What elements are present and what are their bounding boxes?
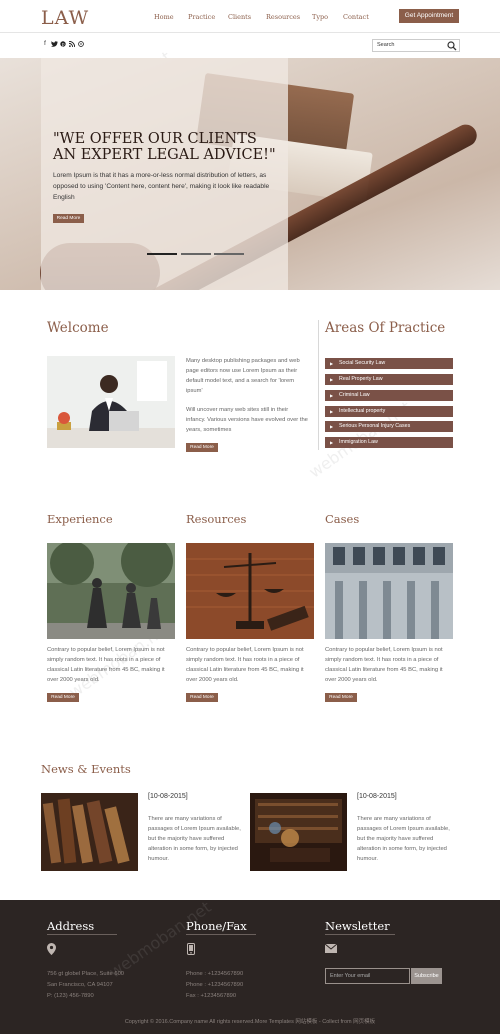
slider-indicator-2[interactable] <box>181 253 211 255</box>
hero-title: "WE OFFER OUR CLIENTS AN EXPERT LEGAL AD… <box>53 131 276 163</box>
footer-phone-title: Phone/Fax <box>186 919 247 933</box>
nav-clients[interactable]: Clients <box>228 13 251 21</box>
nav-resources[interactable]: Resources <box>266 13 300 21</box>
newsletter-email-input[interactable]: Enter Your email <box>325 968 410 984</box>
facebook-icon[interactable]: f <box>41 41 49 47</box>
twitter-icon[interactable] <box>50 41 58 49</box>
hero-banner: "WE OFFER OUR CLIENTS AN EXPERT LEGAL AD… <box>0 58 500 290</box>
cases-photo <box>325 543 453 639</box>
footer-newsletter-title: Newsletter <box>325 919 390 933</box>
welcome-paragraph-2: Will uncover many web sites still in the… <box>186 407 308 433</box>
site-logo[interactable]: LAW <box>41 7 89 29</box>
footer-newsletter-underline <box>325 934 395 935</box>
news-date-1: [10-08-2015] <box>148 793 188 800</box>
rss-icon[interactable] <box>68 40 76 49</box>
news-text-1: There are many variations of passages of… <box>148 816 241 862</box>
pinterest-icon[interactable]: p <box>59 41 67 49</box>
resources-title: Resources <box>186 512 247 526</box>
mail-icon <box>324 943 338 955</box>
nav-typo[interactable]: Typo <box>312 13 328 21</box>
newsletter-subscribe-button[interactable]: Subscribe <box>411 968 442 984</box>
practice-title: Areas Of Practice <box>325 320 446 336</box>
experience-text: Contrary to popular belief, Lorem Ipsum … <box>47 647 165 683</box>
practice-item-real-property[interactable]: Real Property Law <box>325 374 453 385</box>
slider-indicator-3[interactable] <box>214 253 244 255</box>
welcome-paragraph-1: Many desktop publishing packages and web… <box>186 358 300 394</box>
resources-text: Contrary to popular belief, Lorem Ipsum … <box>186 647 304 683</box>
hero-text: Lorem Ipsum is that it has a more-or-les… <box>53 172 270 201</box>
practice-item-personal-injury[interactable]: Serious Personal Injury Cases <box>325 421 453 432</box>
header-divider <box>0 32 500 33</box>
slider-indicator-1[interactable] <box>147 253 177 255</box>
nav-practice[interactable]: Practice <box>188 13 215 21</box>
experience-read-more-button[interactable]: Read More <box>47 693 79 702</box>
phone-icon <box>187 943 195 957</box>
search-input[interactable]: Search <box>372 39 460 52</box>
footer-fax-line: Fax : +1234567890 <box>186 993 237 999</box>
get-appointment-button[interactable]: Get Appointment <box>399 9 459 23</box>
news-title: News & Events <box>41 762 131 776</box>
nav-home[interactable]: Home <box>154 13 174 21</box>
cases-text: Contrary to popular belief, Lorem Ipsum … <box>325 647 443 683</box>
practice-item-immigration[interactable]: Immigration Law <box>325 437 453 448</box>
resources-read-more-button[interactable]: Read More <box>186 693 218 702</box>
copyright-text: Copyright © 2016.Company name All rights… <box>124 1019 376 1025</box>
nav-contact[interactable]: Contact <box>343 13 369 21</box>
footer-address-line-3: P: (123) 456-7890 <box>47 993 94 999</box>
cases-title: Cases <box>325 512 360 526</box>
welcome-title: Welcome <box>47 320 109 336</box>
location-pin-icon <box>47 943 56 957</box>
search-icon[interactable] <box>447 41 457 51</box>
footer-address-underline <box>47 934 117 935</box>
news-text-2: There are many variations of passages of… <box>357 816 450 862</box>
resources-photo <box>186 543 314 639</box>
news-date-2: [10-08-2015] <box>357 793 397 800</box>
footer-phone-underline <box>186 934 256 935</box>
footer-address-title: Address <box>47 919 95 933</box>
news-photo-2 <box>250 793 347 871</box>
hero-read-more-button[interactable]: Read More <box>53 214 84 223</box>
welcome-photo <box>47 356 175 448</box>
practice-item-criminal[interactable]: Criminal Law <box>325 390 453 401</box>
experience-photo <box>47 543 175 639</box>
practice-item-social-security[interactable]: Social Security Law <box>325 358 453 369</box>
cases-read-more-button[interactable]: Read More <box>325 693 357 702</box>
welcome-read-more-button[interactable]: Read More <box>186 443 218 452</box>
section-divider <box>318 320 319 450</box>
svg-text:p: p <box>62 42 65 47</box>
dribbble-icon[interactable] <box>77 41 85 49</box>
news-photo-1 <box>41 793 138 871</box>
search-placeholder: Search <box>377 42 395 48</box>
practice-item-intellectual-property[interactable]: Intellectual property <box>325 406 453 417</box>
experience-title: Experience <box>47 512 113 526</box>
